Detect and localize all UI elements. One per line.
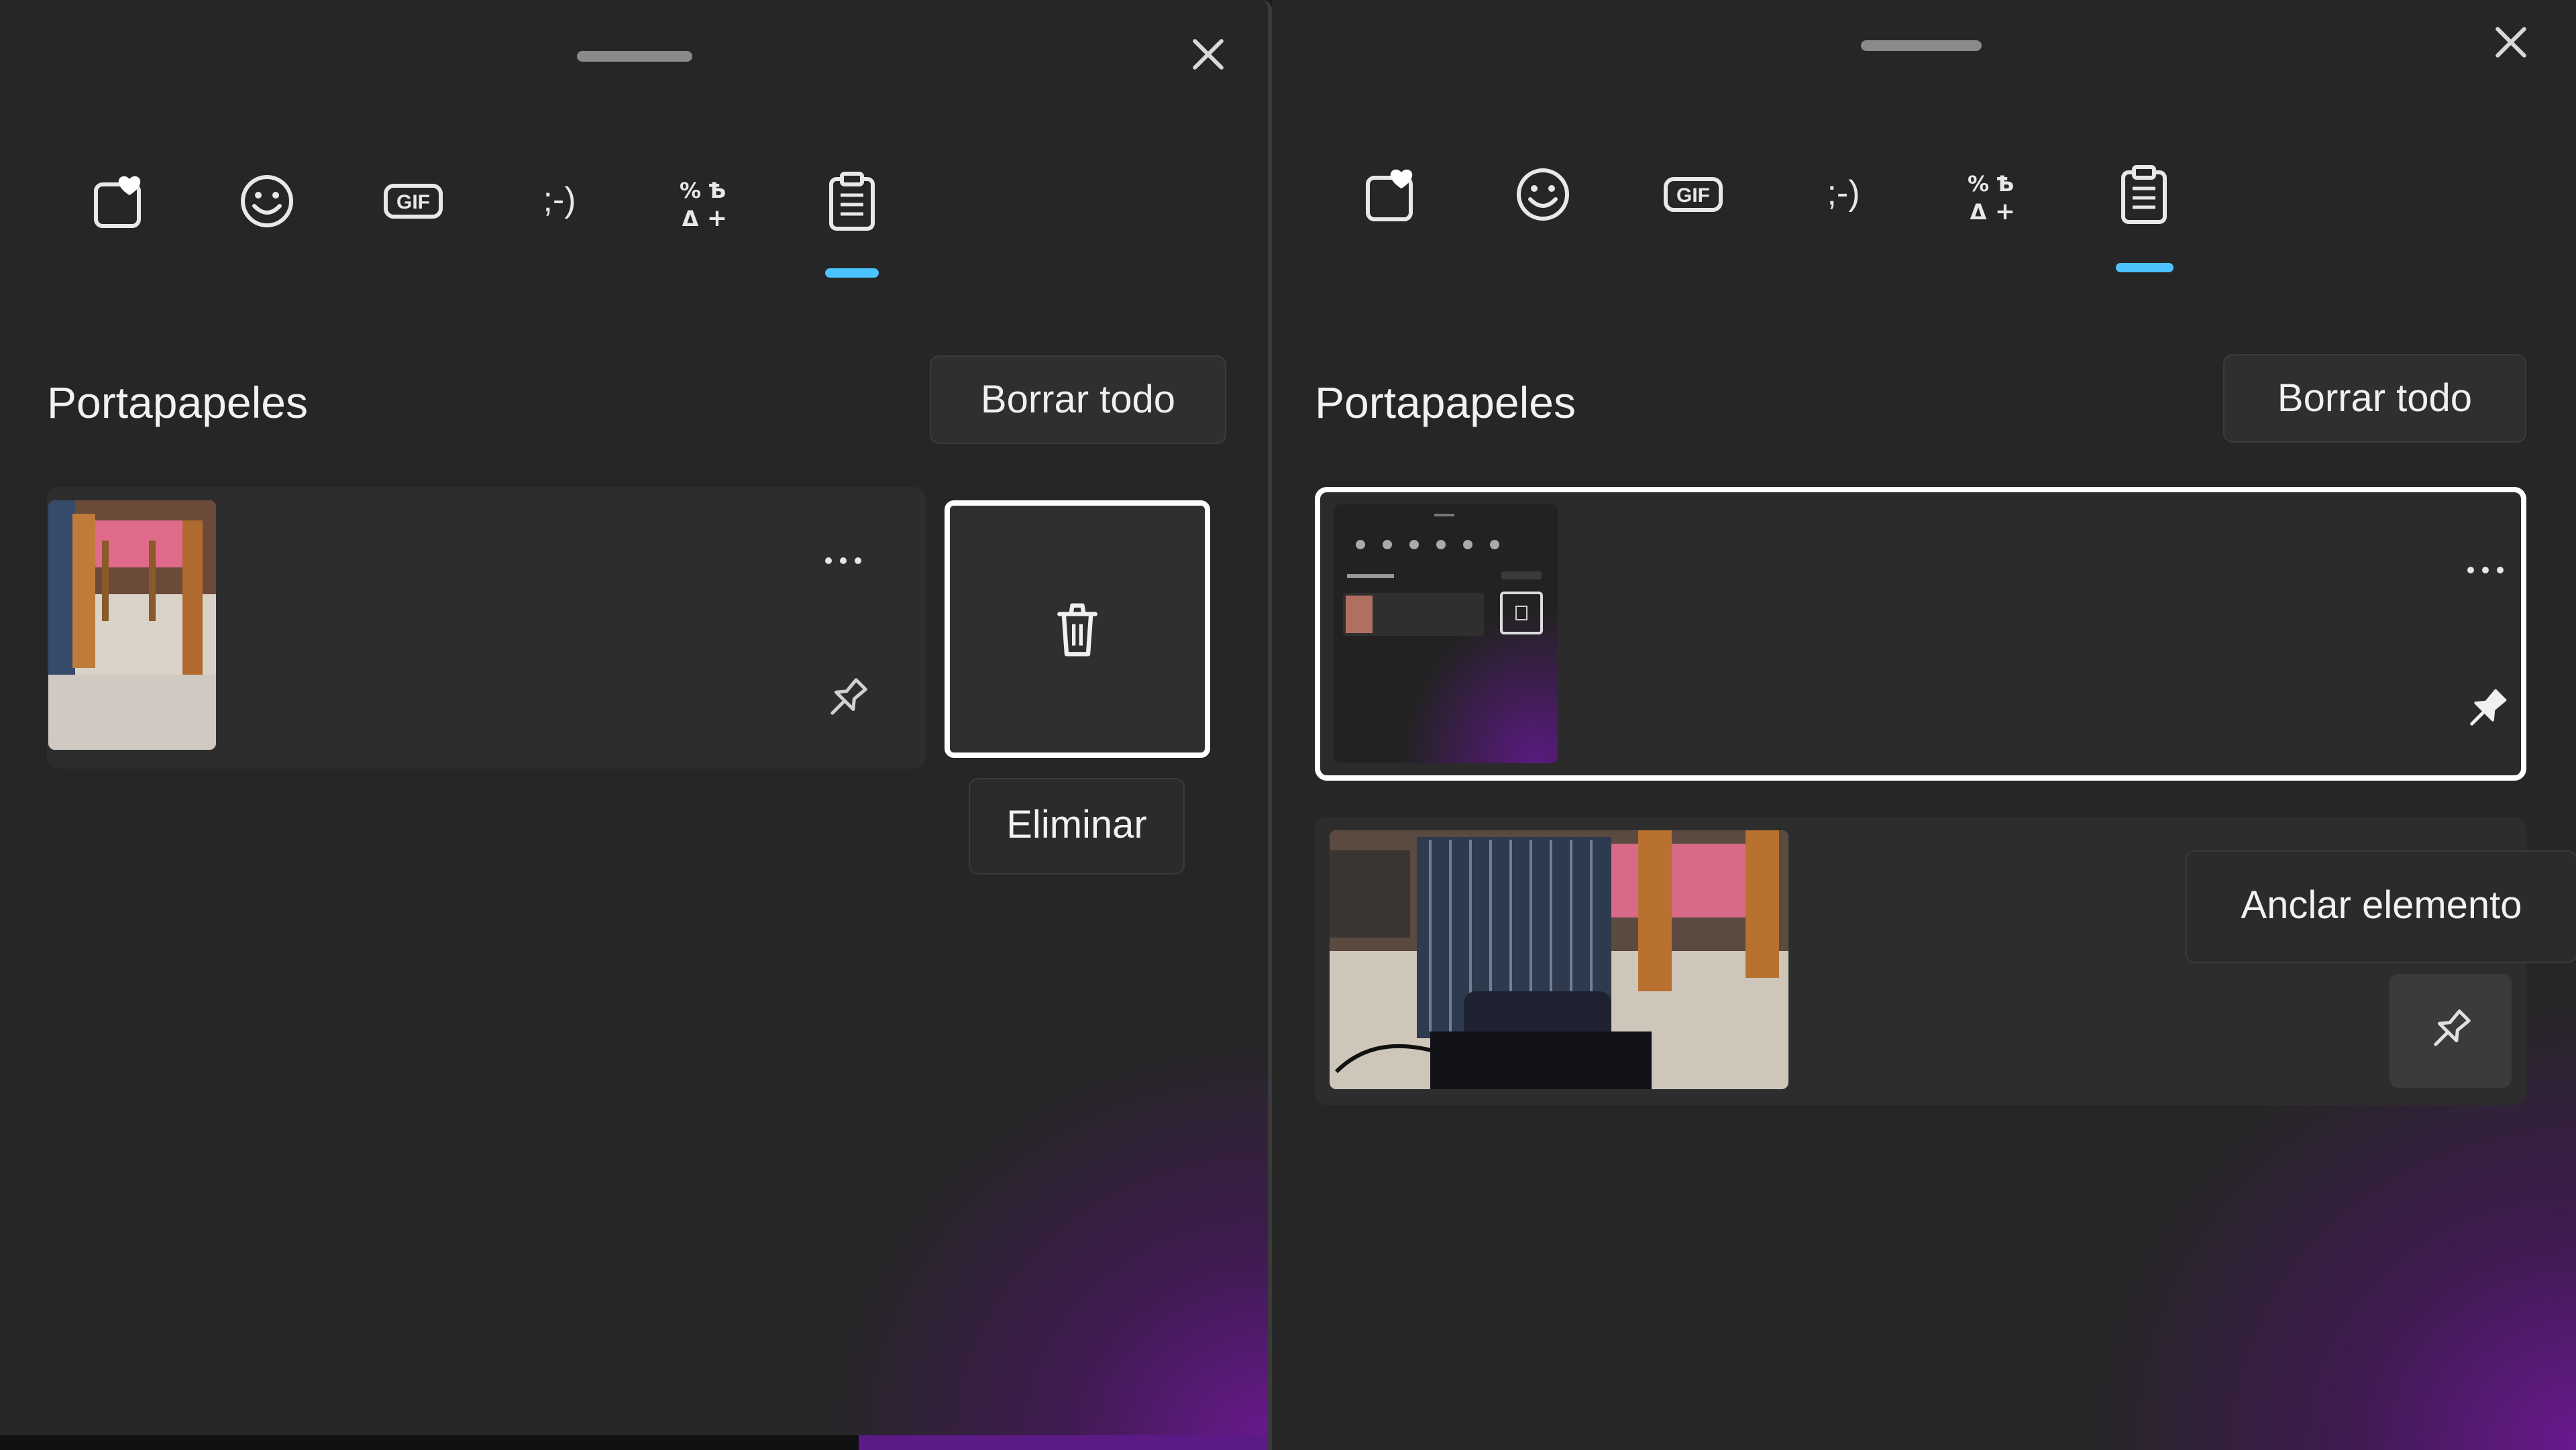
close-icon[interactable] xyxy=(1185,31,1232,78)
tab-selected-indicator xyxy=(2116,263,2174,272)
trash-icon xyxy=(1057,603,1097,657)
close-icon[interactable] xyxy=(2487,19,2534,66)
clipboard-icon xyxy=(829,172,875,231)
svg-text:Ѣ: Ѣ xyxy=(708,178,727,203)
kaomoji-icon: ;-) xyxy=(543,180,576,219)
svg-text:+: + xyxy=(707,205,727,231)
svg-text:%: % xyxy=(680,178,701,203)
tab-selected-indicator xyxy=(825,268,879,278)
tab-bar: GIF ;-) % Ѣ Δ + xyxy=(1359,165,2191,272)
pin-icon xyxy=(2423,1003,2477,1057)
item-thumbnail xyxy=(1330,830,1788,1089)
clipboard-icon xyxy=(2121,165,2167,224)
delete-button[interactable] xyxy=(945,500,1210,758)
tab-emoji[interactable] xyxy=(1509,161,1576,241)
tab-clipboard[interactable] xyxy=(2110,161,2178,241)
favorites-icon xyxy=(1366,169,1413,221)
gif-icon: GIF xyxy=(384,184,443,219)
item-thumbnail xyxy=(1334,504,1558,763)
clipboard-item-pinned[interactable] xyxy=(1315,487,2526,781)
taskbar-accent xyxy=(859,1435,1268,1450)
screenshot-thumbnail-image xyxy=(1334,504,1558,763)
section-title: Portapapeles xyxy=(47,378,308,427)
clear-all-button[interactable]: Borrar todo xyxy=(2223,354,2526,443)
kaomoji-icon: ;-) xyxy=(1827,174,1860,213)
emoji-icon xyxy=(241,175,293,227)
favorites-icon xyxy=(94,176,141,228)
more-options-icon[interactable] xyxy=(825,554,865,567)
photo-thumbnail-image xyxy=(48,500,216,750)
section-title: Portapapeles xyxy=(1315,378,1576,427)
tab-symbols[interactable]: % Ѣ Δ + xyxy=(672,168,739,248)
svg-text:%: % xyxy=(1968,171,1989,197)
pinned-icon[interactable] xyxy=(2459,683,2513,736)
kaomoji-label: ;-) xyxy=(1827,174,1860,213)
kaomoji-label: ;-) xyxy=(543,180,576,219)
tab-bar: GIF ;-) % Ѣ Δ + xyxy=(87,168,906,278)
clipboard-item[interactable] xyxy=(47,487,926,769)
svg-text:Ѣ: Ѣ xyxy=(1996,171,2015,197)
emoji-icon xyxy=(1517,168,1569,221)
gif-label: GIF xyxy=(1676,184,1710,207)
tab-kaomoji[interactable]: ;-) xyxy=(1810,161,1877,241)
clipboard-panel-left: GIF ;-) % Ѣ Δ + Portapapeles Borrar todo… xyxy=(0,0,1272,1450)
more-options-icon[interactable] xyxy=(2467,563,2508,577)
tab-symbols[interactable]: % Ѣ Δ + xyxy=(1960,161,2027,241)
item-thumbnail xyxy=(48,500,216,750)
gif-label: GIF xyxy=(396,191,430,213)
svg-text:Δ: Δ xyxy=(682,206,699,231)
drag-handle[interactable] xyxy=(577,51,692,62)
pin-icon[interactable] xyxy=(820,672,873,726)
pin-button[interactable] xyxy=(2390,974,2512,1088)
symbols-icon: % Ѣ Δ + xyxy=(1968,171,2015,225)
symbols-icon: % Ѣ Δ + xyxy=(680,178,727,231)
tooltip-delete: Eliminar xyxy=(969,778,1185,875)
drag-handle[interactable] xyxy=(1861,40,1982,51)
clear-all-button[interactable]: Borrar todo xyxy=(930,355,1226,444)
svg-text:+: + xyxy=(1995,198,2015,225)
photo-thumbnail-image xyxy=(1330,830,1788,1089)
tab-kaomoji[interactable]: ;-) xyxy=(526,168,593,248)
tab-gif[interactable]: GIF xyxy=(1660,161,1727,241)
tooltip-pin: Anclar elemento xyxy=(2186,850,2576,963)
tab-favorites[interactable] xyxy=(1359,161,1426,241)
svg-text:Δ: Δ xyxy=(1970,199,1987,225)
gif-icon: GIF xyxy=(1664,177,1723,212)
taskbar-strip xyxy=(0,1435,865,1450)
tab-clipboard[interactable] xyxy=(818,168,885,248)
tab-favorites[interactable] xyxy=(87,168,154,248)
tab-gif[interactable]: GIF xyxy=(380,168,447,248)
clipboard-panel-right: GIF ;-) % Ѣ Δ + Portapapeles Borrar todo… xyxy=(1272,0,2576,1450)
tab-emoji[interactable] xyxy=(233,168,301,248)
